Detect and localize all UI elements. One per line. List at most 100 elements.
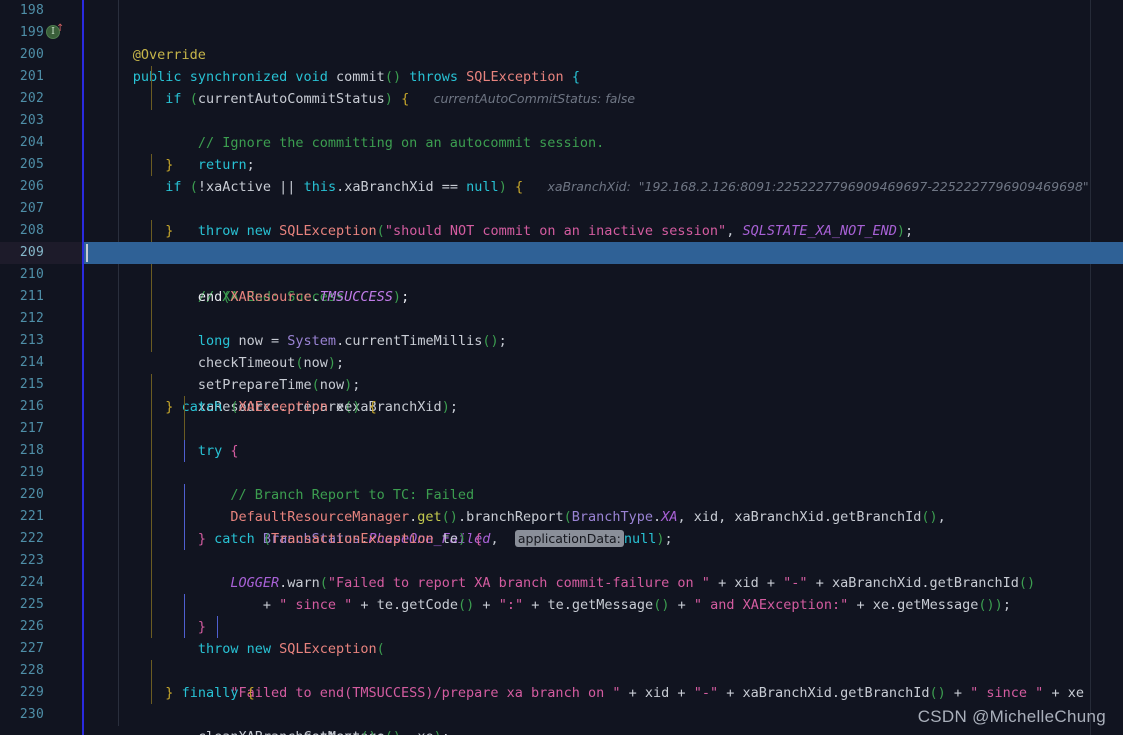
code-line-214[interactable]: } catch (XAException xe) { — [0, 352, 1123, 415]
code-line-199[interactable]: public synchronized void commit() throws… — [0, 22, 1123, 85]
code-line-218[interactable]: BranchStatus.PhaseOne_Failed, applicatio… — [0, 440, 1123, 547]
code-line-215[interactable]: try { — [0, 374, 1123, 459]
code-line-222[interactable] — [0, 528, 1123, 550]
line-number-209: 209 — [19, 245, 44, 260]
code-line-217[interactable]: DefaultResourceManager.get().branchRepor… — [0, 418, 1123, 525]
gutter-row-225[interactable]: 225 — [0, 594, 82, 616]
gutter-row-206[interactable]: 206 — [0, 176, 82, 198]
line-number-213: 213 — [19, 333, 44, 348]
line-number-223: 223 — [19, 553, 44, 568]
gutter-row-203[interactable]: 203 — [0, 110, 82, 132]
line-number-230: 230 — [19, 707, 44, 722]
line-number-207: 207 — [19, 201, 44, 216]
gutter-row-213[interactable]: 213 — [0, 330, 82, 352]
gutter-row-209[interactable]: 209 — [0, 242, 82, 264]
gutter-row-211[interactable]: 211 — [0, 286, 82, 308]
line-number-219: 219 — [19, 465, 44, 480]
code-line-206[interactable]: } — [0, 176, 1123, 239]
gutter-row-202[interactable]: 202 — [0, 88, 82, 110]
gutter-row-220[interactable]: 220 — [0, 484, 82, 506]
line-number-215: 215 — [19, 377, 44, 392]
gutter-row-221[interactable]: 221 — [0, 506, 82, 528]
gutter-row-229[interactable]: 229 — [0, 682, 82, 704]
line-number-214: 214 — [19, 355, 44, 370]
line-number-226: 226 — [19, 619, 44, 634]
gutter-row-228[interactable]: 228 — [0, 660, 82, 682]
code-line-227[interactable]: } finally { — [0, 638, 1123, 701]
gutter-row-201[interactable]: 201 — [0, 66, 82, 88]
line-number-199: 199 — [19, 25, 44, 40]
gutter-row-207[interactable]: 207 — [0, 198, 82, 220]
line-number-216: 216 — [19, 399, 44, 414]
gutter-row-219[interactable]: 219 — [0, 462, 82, 484]
code-line-219[interactable]: } catch (TransactionException te) { — [0, 462, 1123, 547]
code-line-200[interactable]: if (currentAutoCommitStatus) { currentAu… — [0, 44, 1123, 107]
gutter-row-216[interactable]: 216 — [0, 396, 82, 418]
line-number-225: 225 — [19, 597, 44, 612]
line-number-198: 198 — [19, 3, 44, 18]
gutter-row-223[interactable]: 223 — [0, 550, 82, 572]
line-number-208: 208 — [19, 223, 44, 238]
line-number-228: 228 — [19, 663, 44, 678]
override-arrow-icon: ↑ — [56, 23, 65, 34]
code-line-225[interactable]: "Failed to end(TMSUCCESS)/prepare xa bra… — [0, 594, 1123, 701]
gutter-row-227[interactable]: 227 — [0, 638, 82, 660]
gutter-row-198[interactable]: 198 — [0, 0, 82, 22]
gutter-row-199[interactable]: 199 I ↑ — [0, 22, 82, 44]
gutter-row-226[interactable]: 226 — [0, 616, 82, 638]
line-number-222: 222 — [19, 531, 44, 546]
code-line-208[interactable]: // XA End: Success — [0, 220, 1123, 305]
code-line-209[interactable]: end(XAResource.TMSUCCESS); — [0, 242, 1123, 305]
gutter-row-212[interactable]: 212 — [0, 308, 82, 330]
code-line-228[interactable]: cleanXABranchContext(); — [0, 660, 1123, 735]
gutter-row-224[interactable]: 224 — [0, 572, 82, 594]
gutter-row-222[interactable]: 222 — [0, 528, 82, 550]
gutter-row-204[interactable]: 204 — [0, 132, 82, 154]
code-content[interactable]: @Override public synchronized void commi… — [0, 0, 1123, 735]
gutter-row-205[interactable]: 205 — [0, 154, 82, 176]
code-line-212[interactable]: setPrepareTime(now); — [0, 308, 1123, 393]
line-number-217: 217 — [19, 421, 44, 436]
code-line-224[interactable]: throw new SQLException( — [0, 572, 1123, 657]
line-number-204: 204 — [19, 135, 44, 150]
line-number-201: 201 — [19, 69, 44, 84]
code-line-211[interactable]: checkTimeout(now); — [0, 286, 1123, 371]
line-number-200: 200 — [19, 47, 44, 62]
line-number-218: 218 — [19, 443, 44, 458]
code-line-202[interactable]: return; — [0, 88, 1123, 173]
gutter-row-230[interactable]: 230 — [0, 704, 82, 726]
code-line-198[interactable]: @Override — [0, 0, 1123, 63]
gutter-row-208[interactable]: 208 — [0, 220, 82, 242]
code-editor[interactable]: @Override public synchronized void commi… — [0, 0, 1123, 735]
gutter-row-218[interactable]: 218 — [0, 440, 82, 462]
code-line-216[interactable]: // Branch Report to TC: Failed — [0, 396, 1123, 503]
line-228-text: cleanXABranchContext(); — [133, 726, 385, 735]
watermark-text: CSDN @MichelleChung — [917, 707, 1106, 726]
gutter-row-214[interactable]: 214 — [0, 352, 82, 374]
gutter-row-215[interactable]: 215 — [0, 374, 82, 396]
code-line-207[interactable]: try { — [0, 198, 1123, 261]
gutter-row-200[interactable]: 200 — [0, 44, 82, 66]
implementing-method-icon[interactable]: I ↑ — [46, 23, 65, 41]
line-number-206: 206 — [19, 179, 44, 194]
code-line-213[interactable]: xaResource.prepare(xaBranchXid); — [0, 330, 1123, 415]
text-caret — [86, 244, 88, 262]
editor-gutter[interactable]: 198 199 I ↑ 200 201 202 203 204 205 206 … — [0, 0, 82, 735]
code-line-203[interactable]: } — [0, 110, 1123, 173]
code-line-210[interactable]: long now = System.currentTimeMillis(); — [0, 264, 1123, 349]
line-number-202: 202 — [19, 91, 44, 106]
code-line-223[interactable]: } — [0, 550, 1123, 635]
code-line-221[interactable]: + " since " + te.getCode() + ":" + te.ge… — [0, 506, 1123, 613]
line-number-212: 212 — [19, 311, 44, 326]
line-number-203: 203 — [19, 113, 44, 128]
code-line-204[interactable]: if (!xaActive || this.xaBranchXid == nul… — [0, 132, 1123, 195]
code-line-220[interactable]: LOGGER.warn("Failed to report XA branch … — [0, 484, 1123, 591]
code-line-201[interactable]: // Ignore the committing on an autocommi… — [0, 66, 1123, 151]
gutter-row-217[interactable]: 217 — [0, 418, 82, 440]
gutter-separator-line — [82, 0, 84, 735]
code-line-226[interactable]: .getMessage(), xe); — [0, 616, 1123, 735]
gutter-row-210[interactable]: 210 — [0, 264, 82, 286]
code-line-229[interactable]: } — [0, 682, 1123, 704]
line-number-211: 211 — [19, 289, 44, 304]
code-line-205[interactable]: throw new SQLException("should NOT commi… — [0, 154, 1123, 239]
